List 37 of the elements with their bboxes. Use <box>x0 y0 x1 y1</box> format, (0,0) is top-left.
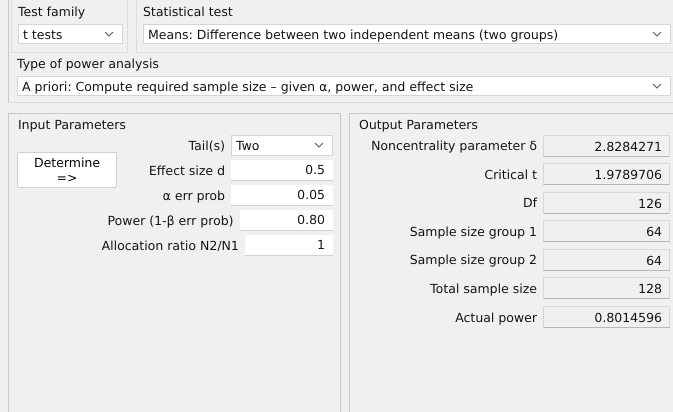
input-field[interactable]: 0.5 <box>231 160 333 180</box>
input-field[interactable]: 0.80 <box>240 210 333 230</box>
output-label: Sample size group 2 <box>408 252 538 268</box>
output-label: Total sample size <box>429 280 538 296</box>
output-field: 126 <box>543 192 670 214</box>
chevron-down-icon <box>652 31 662 37</box>
output-field: 0.8014596 <box>543 306 670 328</box>
parameter-label: Effect size d <box>148 162 226 178</box>
panel-title: Output Parameters <box>359 118 479 132</box>
output-field: 64 <box>543 220 670 242</box>
chevron-down-icon <box>104 31 114 37</box>
output-label: Noncentrality parameter δ <box>370 138 538 153</box>
group-title: Test family <box>18 4 86 20</box>
output-field: 2.8284271 <box>543 134 670 156</box>
output-label: Actual power <box>454 310 538 325</box>
output-field: 128 <box>543 277 670 300</box>
input-field[interactable]: 1 <box>244 234 333 256</box>
statistical-test-dropdown[interactable]: Means: Difference between two independent means (two groups) <box>143 24 671 44</box>
output-label: Critical t <box>483 166 538 182</box>
output-label: Df <box>522 195 538 210</box>
group-title: Type of power analysis <box>17 56 160 72</box>
test-family-dropdown[interactable]: t tests <box>18 24 123 44</box>
parameter-label: Tail(s) <box>188 138 226 152</box>
output-field: 64 <box>543 248 670 271</box>
output-field: 1.9789706 <box>543 163 670 186</box>
chevron-down-icon <box>652 83 662 89</box>
parameter-label: Power (1-β err prob) <box>108 212 235 228</box>
group-title: Statistical test <box>143 4 234 20</box>
input-field[interactable]: 0.05 <box>231 184 333 206</box>
tails-dropdown[interactable]: Two <box>231 134 333 156</box>
parameter-label: α err prob <box>162 188 226 202</box>
determine-button[interactable]: Determine => <box>17 152 117 188</box>
panel-title: Input Parameters <box>18 118 127 132</box>
analysis-type-dropdown[interactable]: A priori: Compute required sample size – given α, power, and effect size <box>17 76 671 96</box>
output-label: Sample size group 1 <box>408 224 538 239</box>
parameter-label: Allocation ratio N2/N1 <box>102 238 240 252</box>
chevron-down-icon <box>314 142 324 148</box>
